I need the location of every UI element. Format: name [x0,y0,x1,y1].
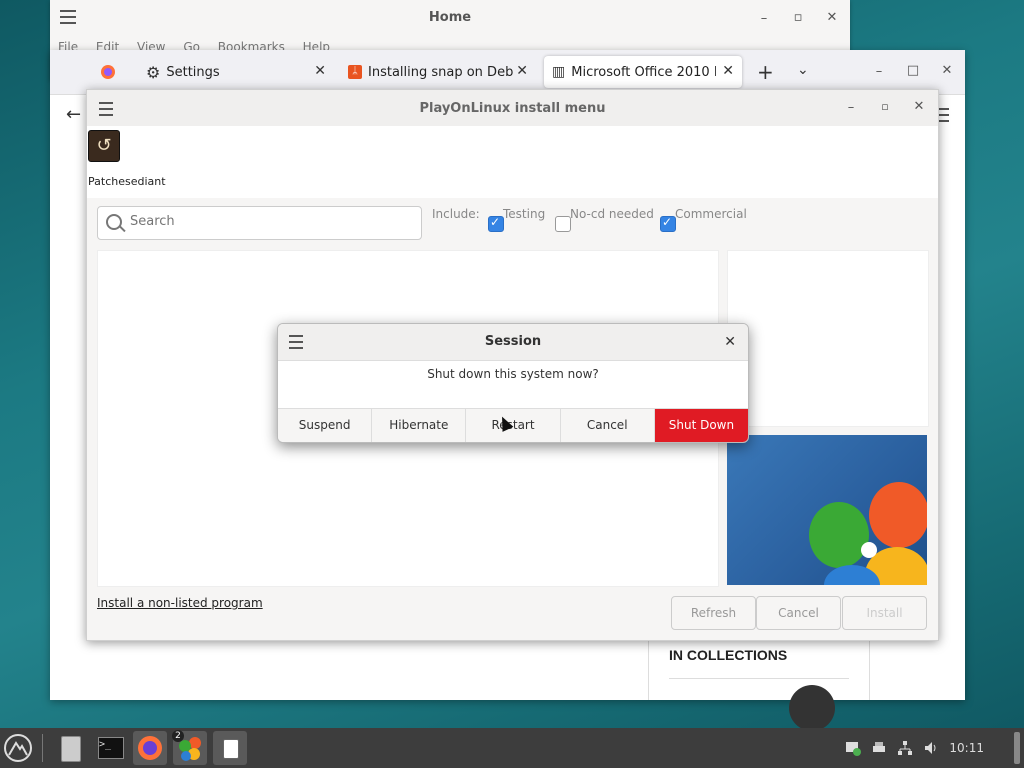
close-icon[interactable]: ✕ [724,334,736,350]
tab-settings[interactable]: ⚙ Settings ✕ [138,56,334,88]
no-cd-label: No-cd needed [570,207,654,221]
tab-office[interactable]: ▥ Microsoft Office 2010 Pro ✕ [544,56,742,88]
network-icon[interactable] [897,740,913,756]
testing-label: Testing [503,207,546,221]
printer-icon[interactable] [871,740,887,756]
app-menu-icon[interactable] [3,733,33,763]
notification-badge: 2 [172,730,184,742]
library-icon: ▥ [552,64,566,80]
file-manager-launcher[interactable] [53,731,87,765]
install-non-listed-link[interactable]: Install a non-listed program [97,596,263,610]
window-title: PlayOnLinux install menu [419,101,606,116]
collections-card: IN COLLECTIONS [648,640,870,731]
avatar [789,685,835,731]
taskbar: >_ 2 10:11 [0,728,1024,768]
file-cabinet-icon [61,736,81,762]
volume-icon[interactable] [923,740,939,756]
cancel-button[interactable]: Cancel [560,409,655,442]
include-label: Include: [432,207,480,221]
maximize-icon[interactable]: □ [906,64,920,78]
dialog-title: Session [484,334,542,349]
close-tab-icon[interactable]: ✕ [314,63,326,79]
minimize-icon[interactable]: – [872,65,886,79]
hibernate-button[interactable]: Hibernate [372,409,467,442]
close-icon[interactable]: ✕ [825,11,839,25]
program-description-pane [727,250,929,427]
tab-label: Installing snap on Debian [368,64,513,80]
close-tab-icon[interactable]: ✕ [516,63,528,79]
close-icon[interactable]: ✕ [912,100,926,114]
commercial-checkbox[interactable] [660,215,676,232]
firefox-icon [101,65,115,79]
dialog-message: Shut down this system now? [427,367,599,381]
suspend-button[interactable]: Suspend [278,409,373,442]
minimize-icon[interactable]: – [757,12,771,26]
playonlinux-logo-image [727,435,927,585]
maximize-icon[interactable]: ▫ [878,100,892,114]
install-button[interactable]: Install [842,596,927,630]
category-bar: ↺ Patchesediant [87,126,938,198]
search-field[interactable] [97,206,422,240]
show-desktop-button[interactable] [1014,732,1020,764]
phone-icon [223,739,239,759]
tab-label: Settings [166,64,220,80]
firefox-launcher[interactable] [133,731,167,765]
terminal-launcher[interactable]: >_ [93,731,127,765]
tab-label: Microsoft Office 2010 Pro [571,64,716,80]
separator [42,734,43,762]
close-icon[interactable]: ✕ [940,64,954,78]
system-tray: 10:11 [845,728,984,768]
maximize-icon[interactable]: ▫ [791,11,805,25]
restart-button[interactable]: Restart [466,409,561,442]
patches-category-icon[interactable]: ↺ [88,130,120,162]
back-arrow-icon[interactable]: ← [66,104,81,125]
window-title: Home [428,10,472,25]
clock[interactable]: 10:11 [949,741,984,755]
dialog-header: Session ✕ [278,324,748,361]
testing-checkbox[interactable] [488,215,504,232]
cancel-button[interactable]: Cancel [756,596,841,630]
no-cd-checkbox[interactable] [555,216,571,232]
refresh-button[interactable]: Refresh [671,596,756,630]
clover-logo-icon [809,482,927,585]
window-header: PlayOnLinux install menu – ▫ ✕ [87,90,938,127]
tab-firefox[interactable] [58,56,138,88]
close-tab-icon[interactable]: ✕ [722,63,734,79]
search-input[interactable] [128,213,412,230]
collections-heading: IN COLLECTIONS [669,647,788,663]
divider [669,678,849,679]
snap-icon: ᛦ [348,65,362,79]
commercial-label: Commercial [675,207,747,221]
firefox-icon [138,736,162,760]
search-icon [106,214,122,230]
tab-list-chevron-icon[interactable]: ⌄ [797,62,809,78]
shut-down-button[interactable]: Shut Down [654,409,748,442]
update-notifier-icon[interactable] [845,740,862,756]
minimize-icon[interactable]: – [844,101,858,115]
terminal-icon: >_ [98,737,124,759]
tab-installing-snap[interactable]: ᛦ Installing snap on Debian ✕ [340,56,536,88]
new-tab-button[interactable]: + [757,60,774,84]
window-launcher[interactable] [213,731,247,765]
category-label[interactable]: Patchesediant [88,175,166,188]
gear-icon: ⚙ [146,62,161,82]
playonlinux-launcher[interactable]: 2 [172,730,207,765]
